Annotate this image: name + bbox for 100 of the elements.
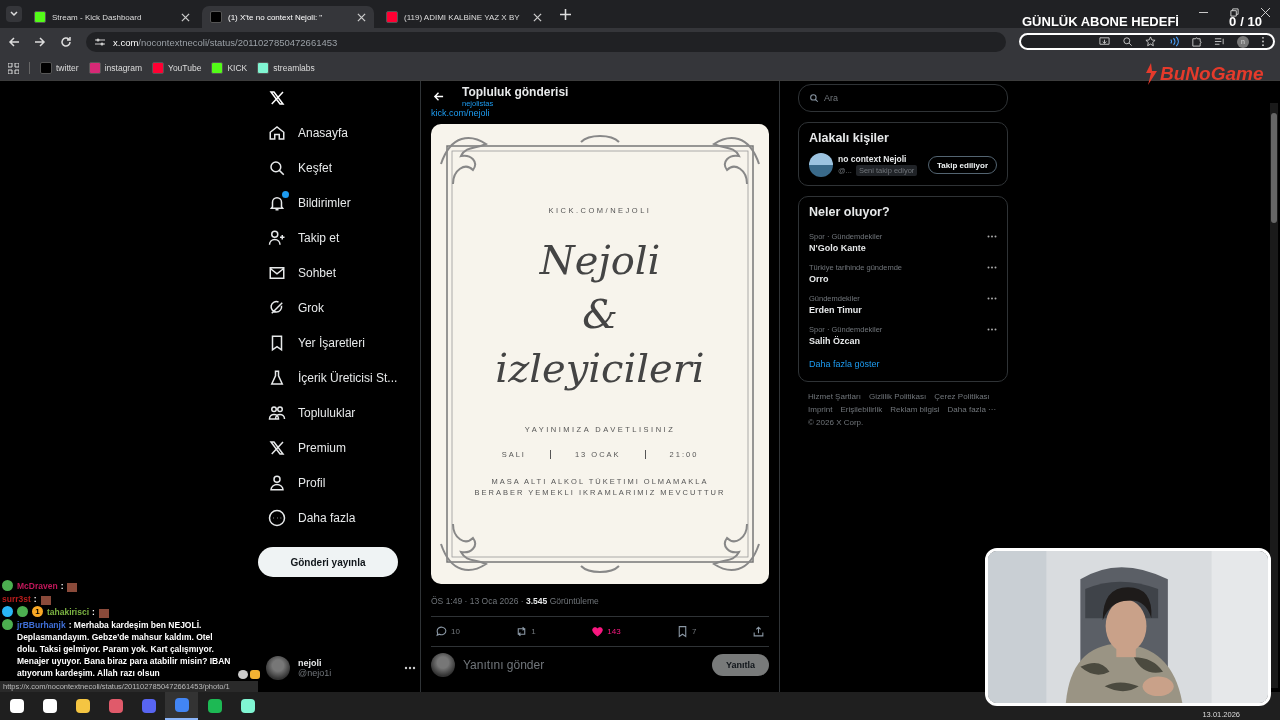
footer-link[interactable]: Çerez Politikası: [934, 392, 990, 401]
show-more-link[interactable]: Daha fazla göster: [809, 351, 997, 373]
nav-item[interactable]: Topluluklar: [258, 395, 356, 430]
home-icon: [268, 123, 286, 142]
account-handle: @nejo1i: [298, 668, 333, 678]
bookmark-link[interactable]: instagram: [88, 62, 142, 74]
search-icon: [268, 158, 286, 177]
more-icon[interactable]: [987, 235, 997, 238]
nav-item[interactable]: Anasayfa: [258, 115, 349, 150]
more-icon[interactable]: [987, 266, 997, 269]
new-tab-icon[interactable]: [560, 8, 571, 20]
reply-field[interactable]: Yanıtını gönder: [463, 658, 704, 672]
copyright-text: © 2026 X Corp.: [808, 418, 865, 427]
more-icon[interactable]: [987, 328, 997, 331]
post-link[interactable]: kick.com/nejoli: [431, 108, 490, 118]
people-icon: [268, 403, 286, 422]
footer-link[interactable]: Erişilebilirlik: [840, 405, 883, 414]
close-icon[interactable]: [357, 12, 366, 22]
tab-search-button[interactable]: [6, 6, 22, 22]
nav-item[interactable]: Sohbet: [258, 255, 337, 290]
apps-grid-icon[interactable]: [8, 62, 19, 74]
reload-icon[interactable]: [60, 36, 72, 48]
invitation-script-text: &: [582, 290, 618, 339]
media-list-icon[interactable]: [1214, 36, 1225, 47]
emote-icon: [40, 596, 51, 605]
nav-item[interactable]: Daha fazla: [258, 500, 356, 535]
trend-name: N'Golo Kante: [809, 243, 867, 253]
following-button[interactable]: Takip ediliyor: [928, 156, 997, 174]
chat-message: tahakirisci :: [47, 606, 95, 618]
avatar[interactable]: [809, 153, 833, 177]
nav-item[interactable]: Yer İşaretleri: [258, 325, 365, 360]
footer-link[interactable]: Daha fazla ···: [947, 405, 997, 414]
goal-total: / 10: [1240, 14, 1262, 29]
post-action[interactable]: [752, 625, 765, 638]
person-plus-icon: [268, 228, 286, 247]
close-icon[interactable]: [181, 12, 190, 22]
address-bar[interactable]: x.com/nocontextnecoli/status/2011027850472661453: [86, 32, 1006, 52]
invitation-script-text: Nejoli: [539, 236, 661, 285]
more-icon[interactable]: [404, 666, 416, 670]
avatar[interactable]: [266, 656, 290, 680]
goal-title: GÜNLÜK ABONE HEDEFİ: [1022, 14, 1179, 29]
zoom-icon[interactable]: [1122, 36, 1133, 47]
nav-item[interactable]: Grok: [258, 290, 324, 325]
reply-button[interactable]: Yanıtla: [712, 654, 769, 676]
badge-icon: [2, 619, 13, 630]
post-meta: ÖS 1:49 · 13 Oca 2026 · 3.545 Görüntüleme: [431, 584, 769, 617]
bookmark-link[interactable]: YouTube: [152, 62, 202, 74]
restore-icon[interactable]: [1230, 8, 1239, 17]
taskbar-app-icon[interactable]: [165, 692, 198, 720]
badge: 1: [32, 606, 43, 617]
logo-text: BuNoGame: [1160, 63, 1264, 85]
install-icon[interactable]: [1099, 36, 1110, 47]
favicon-icon: [152, 62, 164, 74]
footer-link[interactable]: Imprint: [808, 405, 833, 414]
badge-icon: [2, 606, 13, 617]
scrollbar[interactable]: [1270, 103, 1278, 688]
post-action[interactable]: 143: [591, 625, 621, 638]
post-button[interactable]: Gönderi yayınla: [258, 547, 398, 577]
close-icon[interactable]: [1261, 8, 1270, 17]
browser-tab[interactable]: Stream - Kick Dashboard: [26, 6, 198, 28]
sound-waves-icon[interactable]: [1168, 36, 1179, 47]
search-field[interactable]: Ara: [798, 84, 1008, 112]
site-settings-icon[interactable]: [94, 36, 106, 48]
nav-item[interactable]: İçerik Üreticisi St...: [258, 360, 398, 395]
badge-icon: [17, 606, 28, 617]
favicon-icon: [257, 62, 270, 74]
bookmark-link[interactable]: twitter: [40, 62, 79, 74]
chat-message: jrBBurhanjk : Merhaba kardeşim ben NEJOLİ. Deplasmandayım. Gebze'de mahsur kaldım. Otel dolu. Taksi gelmiyor. Param yok. Kart çalışmıyor. Menajer uyuyor. Bana biraz para atabilir misin? IBAN atıyorum kardeşim. Allah razı olsun: [17, 619, 232, 679]
more-icon[interactable]: [987, 297, 997, 300]
nav-item[interactable]: Bildirimler: [258, 185, 351, 220]
account-name: nejoli: [298, 658, 323, 668]
person-icon: [268, 473, 286, 492]
post-action[interactable]: 1: [515, 625, 536, 638]
close-icon[interactable]: [533, 12, 542, 22]
post-action[interactable]: 10: [435, 625, 460, 638]
puzzle-icon[interactable]: [1191, 36, 1202, 47]
user-name[interactable]: no context Nejoli: [838, 154, 923, 164]
x-logo-icon: [268, 438, 286, 457]
forward-arrow-icon[interactable]: [34, 36, 46, 48]
trend-name: Orro: [809, 274, 830, 284]
search-icon: [809, 93, 819, 103]
star-icon[interactable]: [1145, 36, 1156, 47]
favicon-icon: [88, 62, 101, 74]
nav-item[interactable]: Takip et: [258, 220, 340, 255]
menu-icon[interactable]: [1261, 36, 1265, 47]
nav-item[interactable]: Keşfet: [258, 150, 333, 185]
post-action[interactable]: 7: [676, 625, 697, 638]
footer-link[interactable]: Hizmet Şartları: [808, 392, 861, 401]
bookmark-link[interactable]: KICK: [211, 62, 248, 74]
trend-name: Salih Özcan: [809, 336, 862, 346]
bookmark-link[interactable]: streamlabs: [257, 62, 315, 74]
footer-link[interactable]: Reklam bilgisi: [890, 405, 940, 414]
x-logo-icon[interactable]: [268, 89, 286, 107]
emote-icon: [98, 609, 109, 618]
nav-item[interactable]: Premium: [258, 430, 346, 465]
browser-tab[interactable]: (1) X'te no context Nejoli: ": [202, 6, 374, 28]
footer-link[interactable]: Gizlilik Politikası: [868, 392, 927, 401]
nav-item[interactable]: Profil: [258, 465, 326, 500]
back-arrow-icon[interactable]: [8, 36, 20, 48]
browser-tab[interactable]: (119) ADIMI KALBİNE YAZ X BY: [378, 6, 550, 28]
